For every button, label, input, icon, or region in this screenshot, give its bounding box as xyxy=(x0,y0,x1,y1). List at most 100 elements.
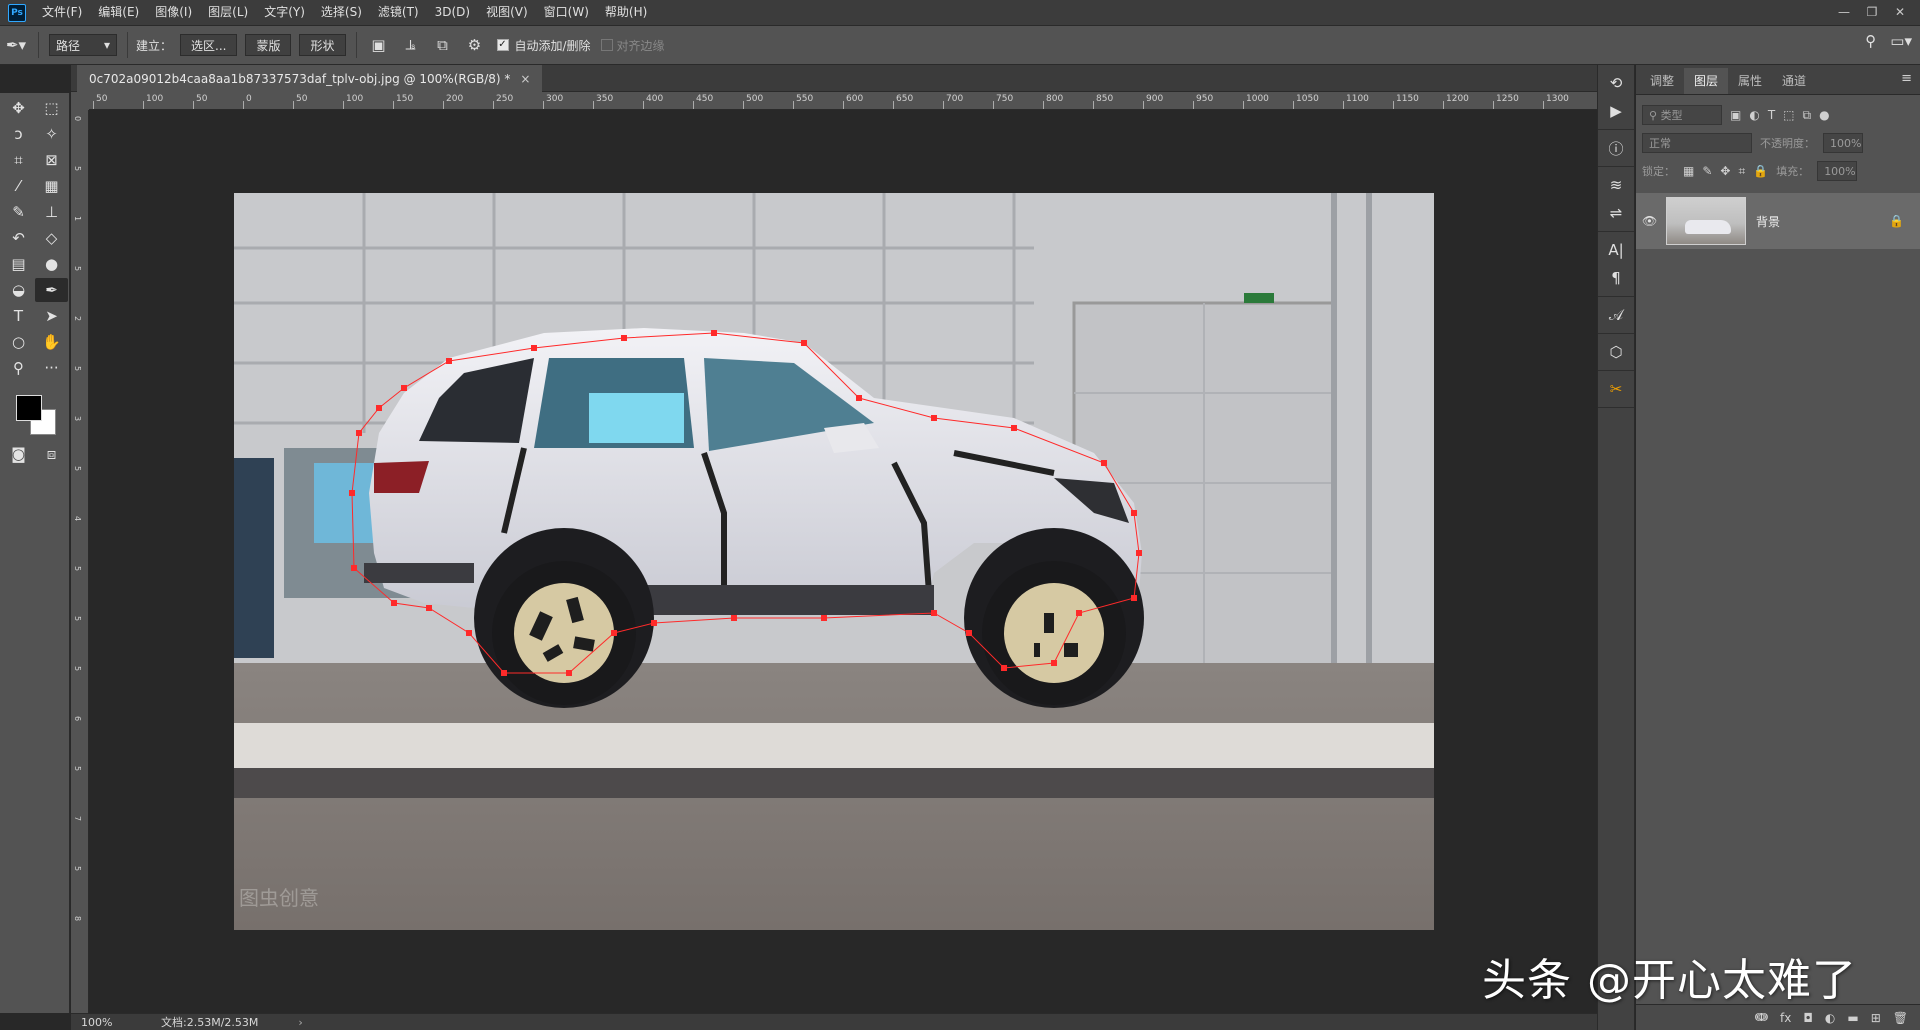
path-anchor-point[interactable] xyxy=(801,340,807,346)
layer-row[interactable]: 👁 背景 🔒 xyxy=(1636,193,1920,249)
selection-button[interactable]: 选区... xyxy=(180,34,238,56)
shape-button[interactable]: 形状 xyxy=(299,34,346,56)
path-anchor-point[interactable] xyxy=(426,605,432,611)
blur-tool-icon[interactable]: ● xyxy=(35,252,68,276)
kind-filter-select[interactable]: ⚲ 类型 xyxy=(1642,105,1722,125)
foreground-color-swatch[interactable] xyxy=(16,395,42,421)
auto-add-delete-checkbox[interactable]: ✓ xyxy=(496,39,509,51)
lock-artboard-icon[interactable]: ⌗ xyxy=(1738,164,1745,179)
smart-object-filter-icon[interactable]: ⧉ xyxy=(1803,108,1812,123)
menu-help[interactable]: 帮助(H) xyxy=(597,0,655,25)
frame-tool-icon[interactable]: ⊠ xyxy=(35,148,68,172)
patch-tool-icon[interactable]: ▦ xyxy=(35,174,68,198)
link-layers-icon[interactable]: ↈ xyxy=(1755,1010,1768,1025)
close-icon[interactable]: × xyxy=(520,72,530,86)
menu-layer[interactable]: 图层(L) xyxy=(200,0,256,25)
align-edges-checkbox[interactable] xyxy=(600,39,613,51)
path-anchor-point[interactable] xyxy=(1131,595,1137,601)
path-anchor-point[interactable] xyxy=(821,615,827,621)
type-filter-icon[interactable]: T xyxy=(1768,108,1775,122)
search-icon[interactable]: ⚲ xyxy=(1865,32,1876,50)
adjustments-icon[interactable]: ⇌ xyxy=(1598,199,1634,227)
path-anchor-point[interactable] xyxy=(651,620,657,626)
type-tool-icon[interactable]: T xyxy=(2,304,35,328)
tool-presets-icon[interactable]: ✂ xyxy=(1598,375,1634,403)
tab-properties[interactable]: 属性 xyxy=(1728,68,1772,94)
gear-icon[interactable]: ⚙ xyxy=(459,31,491,59)
new-layer-icon[interactable]: ⊞ xyxy=(1871,1011,1881,1025)
character-panel-icon[interactable]: A| xyxy=(1598,236,1634,264)
path-anchor-point[interactable] xyxy=(349,490,355,496)
menu-select[interactable]: 选择(S) xyxy=(313,0,370,25)
path-anchor-point[interactable] xyxy=(531,345,537,351)
path-anchor-point[interactable] xyxy=(1001,665,1007,671)
menu-file[interactable]: 文件(F) xyxy=(34,0,90,25)
path-alignment-icon[interactable]: ⫡ xyxy=(395,31,427,59)
info-panel-icon[interactable]: ⓘ xyxy=(1598,134,1634,162)
lock-all-icon[interactable]: 🔒 xyxy=(1753,164,1768,178)
menu-3d[interactable]: 3D(D) xyxy=(427,0,478,25)
path-anchor-point[interactable] xyxy=(1011,425,1017,431)
tool-mode-select[interactable]: 路径 ▾ xyxy=(49,34,117,56)
canvas-area[interactable]: 图虫创意 xyxy=(89,110,1597,1013)
eye-icon[interactable]: 👁 xyxy=(1642,214,1660,228)
path-operations-icon[interactable]: ▣ xyxy=(363,31,395,59)
screen-mode-icon[interactable]: ⧈ xyxy=(35,442,68,466)
menu-type[interactable]: 文字(Y) xyxy=(256,0,313,25)
pixel-filter-icon[interactable]: ▣ xyxy=(1730,108,1741,122)
history-panel-icon[interactable]: ⟲ xyxy=(1598,69,1634,97)
path-anchor-point[interactable] xyxy=(1051,660,1057,666)
brush-tool-icon[interactable]: ✎ xyxy=(2,200,35,224)
restore-button[interactable]: ❐ xyxy=(1858,0,1886,25)
path-anchor-point[interactable] xyxy=(401,385,407,391)
magic-wand-tool-icon[interactable]: ✧ xyxy=(35,122,68,146)
path-anchor-point[interactable] xyxy=(501,670,507,676)
3d-panel-icon[interactable]: ⬡ xyxy=(1598,338,1634,366)
menu-image[interactable]: 图像(I) xyxy=(147,0,200,25)
path-anchor-point[interactable] xyxy=(711,330,717,336)
actions-panel-icon[interactable]: ▶ xyxy=(1598,97,1634,125)
zoom-tool-icon[interactable]: ⚲ xyxy=(2,356,35,380)
group-icon[interactable]: ▬ xyxy=(1847,1011,1858,1025)
path-anchor-point[interactable] xyxy=(856,395,862,401)
path-anchor-point[interactable] xyxy=(931,415,937,421)
path-anchor-point[interactable] xyxy=(376,405,382,411)
trash-icon[interactable]: 🗑 xyxy=(1893,1011,1908,1025)
pen-tool-icon[interactable]: ✒ xyxy=(35,278,68,302)
menu-view[interactable]: 视图(V) xyxy=(478,0,536,25)
crop-tool-icon[interactable]: ⌗ xyxy=(2,148,35,172)
tab-layers[interactable]: 图层 xyxy=(1684,68,1729,94)
color-swatches[interactable] xyxy=(10,389,69,439)
glyphs-panel-icon[interactable]: 𝒜 xyxy=(1598,301,1634,329)
adjustment-layer-icon[interactable]: ◐ xyxy=(1825,1011,1835,1025)
path-anchor-point[interactable] xyxy=(731,615,737,621)
eyedropper-tool-icon[interactable]: ⁄ xyxy=(2,174,35,198)
tab-channels[interactable]: 通道 xyxy=(1772,68,1816,94)
menu-filter[interactable]: 滤镜(T) xyxy=(370,0,427,25)
lock-position-icon[interactable]: ✥ xyxy=(1720,164,1730,178)
minimize-button[interactable]: — xyxy=(1830,0,1858,25)
path-anchor-point[interactable] xyxy=(1136,550,1142,556)
path-anchor-point[interactable] xyxy=(1131,510,1137,516)
ellipse-tool-icon[interactable]: ○ xyxy=(2,330,35,354)
close-window-button[interactable]: ✕ xyxy=(1886,0,1914,25)
shape-filter-icon[interactable]: ⬚ xyxy=(1783,108,1794,122)
marquee-tool-icon[interactable]: ⬚ xyxy=(35,96,68,120)
lasso-tool-icon[interactable]: ↄ xyxy=(2,122,35,146)
path-anchor-point[interactable] xyxy=(566,670,572,676)
path-anchor-point[interactable] xyxy=(1076,610,1082,616)
path-anchor-point[interactable] xyxy=(446,358,452,364)
add-mask-icon[interactable]: ◘ xyxy=(1803,1011,1813,1025)
paragraph-panel-icon[interactable]: ¶ xyxy=(1598,264,1634,292)
gradient-tool-icon[interactable]: ▤ xyxy=(2,252,35,276)
path-anchor-point[interactable] xyxy=(1101,460,1107,466)
path-anchor-point[interactable] xyxy=(356,430,362,436)
hand-tool-icon[interactable]: ✋ xyxy=(35,330,68,354)
quick-mask-icon[interactable]: ◙ xyxy=(2,442,35,466)
history-brush-tool-icon[interactable]: ↶ xyxy=(2,226,35,250)
path-anchor-point[interactable] xyxy=(621,335,627,341)
tab-adjustments[interactable]: 调整 xyxy=(1640,68,1684,94)
pen-tool-preset-icon[interactable]: ✒▾ xyxy=(0,31,32,59)
dodge-tool-icon[interactable]: ◒ xyxy=(2,278,35,302)
path-anchor-point[interactable] xyxy=(351,565,357,571)
